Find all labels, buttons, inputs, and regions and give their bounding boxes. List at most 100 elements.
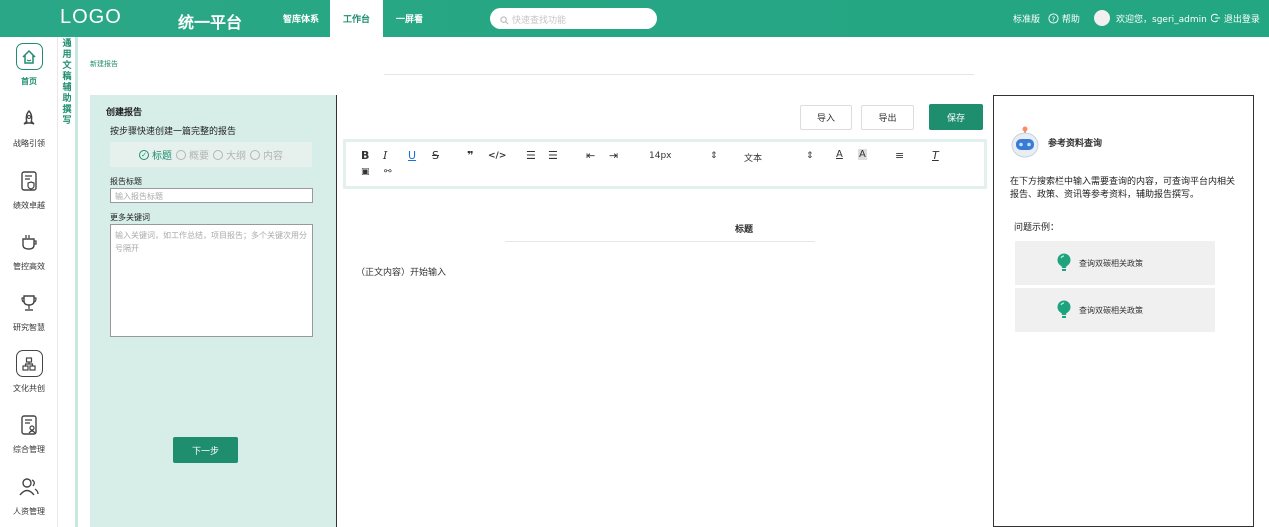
radio-icon [250,149,260,160]
keywords-label: 更多关键词 [110,213,150,222]
tab-one-screen[interactable]: 一屏看 [396,12,423,25]
example-query-card[interactable]: 查询双碳相关政策 [1015,241,1215,285]
sidebar-item-strategy[interactable]: 战略引领 [0,105,58,149]
breadcrumb[interactable]: 新建报告 [90,59,118,69]
sidebar-item-label: 绩效卓越 [13,201,45,210]
home-icon [15,43,43,70]
logout-icon [1210,13,1221,23]
step-label: 大纲 [226,151,246,162]
image-icon[interactable]: ▣ [361,167,370,177]
editor-toolbar: B I U S ❞ </> ☰ ☰ ⇤ ⇥ 14px ⇕ 文本 ⇕ A A ≡ … [343,139,987,189]
org-chart-icon [15,350,43,377]
create-report-panel: 创建报告 按步骤快速创建一篇完整的报告 ✓ 标题 概要 大纲 内容 报告标题 输入… [90,95,336,527]
avatar[interactable] [1094,10,1110,26]
block-type-select[interactable]: 文本 [744,151,762,164]
bold-icon[interactable]: B [361,149,369,162]
sidebar-item-label: 文化共创 [13,384,45,393]
font-color-icon[interactable]: A [836,149,843,160]
tab-think-tank[interactable]: 智库体系 [283,12,319,25]
ordered-list-icon[interactable]: ☰ [526,149,536,162]
sidebar-item-culture[interactable]: 文化共创 [0,350,58,394]
sidebar-item-home[interactable]: 首页 [0,43,58,87]
strikethrough-icon[interactable]: S [432,149,439,162]
reference-description: 在下方搜索栏中输入需要查询的内容，可查询平台内相关报告、政策、资讯等参考资料，辅… [1010,177,1236,200]
step-content[interactable]: 内容 [250,147,283,162]
keywords-textarea[interactable]: 输入关键词，如工作总结，项目报告；多个关键次用分号隔开 [110,224,313,337]
sidebar-item-performance[interactable]: 绩效卓越 [0,167,58,211]
examples-label: 问题示例： [1014,223,1060,233]
divider [384,74,974,75]
rocket-icon [16,105,43,132]
search-input[interactable]: 快速查找功能 [490,8,657,29]
robot-icon [1011,126,1039,158]
step-indicator: ✓ 标题 概要 大纲 内容 [110,142,312,167]
search-icon [500,16,509,25]
lightbulb-icon [1057,300,1071,318]
radio-icon [176,149,186,160]
report-title-label: 报告标题 [110,177,142,186]
reference-header: 参考资料查询 [1010,126,1102,158]
step-label: 标题 [152,151,172,162]
sidebar-item-label: 管控高效 [13,262,45,271]
top-bar: LOGO 统一平台 智库体系 工作台 一屏看 快速查找功能 标准版 ? 帮助 欢… [0,0,1269,37]
step-title[interactable]: ✓ 标题 [139,147,172,162]
sidebar-item-hr[interactable]: 人资管理 [0,473,58,517]
radio-icon [213,149,223,160]
sidebar-item-general[interactable]: 综合管理 [0,411,58,455]
help-icon: ? [1048,13,1059,24]
sidebar-item-control[interactable]: 管控高效 [0,228,58,272]
help-link[interactable]: ? 帮助 [1048,12,1080,25]
document-shield-icon [16,167,43,194]
sidebar-item-label: 研究智慧 [13,323,45,332]
divider [75,37,78,527]
sidebar-item-label: 战略引领 [13,139,45,148]
step-summary[interactable]: 概要 [176,147,209,162]
people-icon [16,473,43,500]
quote-icon[interactable]: ❞ [467,149,473,162]
example-query-text: 查询双碳相关政策 [1079,258,1143,268]
import-button[interactable]: 导入 [800,105,852,130]
next-step-button[interactable]: 下一步 [173,437,238,463]
export-button[interactable]: 导出 [861,105,914,130]
sidebar-item-label: 首页 [21,77,37,86]
logout-label: 退出登录 [1223,15,1260,25]
save-button[interactable]: 保存 [929,104,983,130]
reference-panel: 参考资料查询 在下方搜索栏中输入需要查询的内容，可查询平台内相关报告、政策、资讯… [993,95,1254,527]
chevron-updown-icon: ⇕ [806,151,814,161]
sidebar: 首页 战略引领 绩效卓越 管控高效 研究智慧 文化共创 综合管理 人资管理 [0,37,58,527]
panel-title: 创建报告 [106,108,143,118]
check-icon: ✓ [139,149,149,160]
document-title[interactable]: 标题 [735,222,753,235]
sidebar-item-research[interactable]: 研究智慧 [0,289,58,333]
step-outline[interactable]: 大纲 [213,147,246,162]
trophy-icon [16,289,43,316]
indent-icon[interactable]: ⇥ [609,149,618,162]
lightbulb-icon [1057,253,1071,271]
underline-icon[interactable]: U [408,149,416,162]
logo[interactable]: LOGO [60,6,122,29]
background-color-icon[interactable]: A [858,149,867,160]
search-placeholder: 快速查找功能 [512,16,567,26]
align-icon[interactable]: ≡ [895,149,904,162]
step-label: 内容 [263,151,283,162]
code-icon[interactable]: </> [488,151,506,161]
svg-text:?: ? [1052,14,1056,23]
clear-format-icon[interactable]: T [932,149,939,162]
example-query-card[interactable]: 查询双碳相关政策 [1015,288,1215,332]
sidebar-item-label: 人资管理 [13,507,45,516]
font-size-select[interactable]: 14px [649,151,672,161]
document-person-icon [16,411,43,438]
italic-icon[interactable]: I [383,149,387,162]
chevron-updown-icon: ⇕ [710,151,718,161]
bullet-list-icon[interactable]: ☰ [548,149,558,162]
report-title-input[interactable]: 输入报告标题 [110,188,313,203]
tab-workbench[interactable]: 工作台 [330,0,384,37]
platform-title: 统一平台 [178,13,243,32]
logout-link[interactable]: 退出登录 [1210,12,1260,25]
reference-title: 参考资料查询 [1048,138,1103,149]
sidebar-item-label: 综合管理 [13,445,45,454]
outdent-icon[interactable]: ⇤ [586,149,595,162]
document-body[interactable]: （正文内容）开始输入 [356,265,446,278]
link-icon[interactable]: ⚯ [384,167,392,177]
welcome-text: 欢迎您，sgeri_admin [1116,15,1207,25]
